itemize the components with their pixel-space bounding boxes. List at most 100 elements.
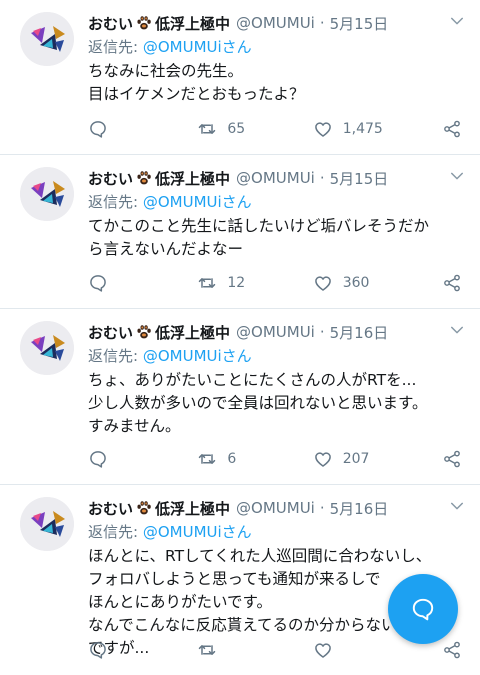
heart-icon xyxy=(314,452,331,467)
retweet-icon xyxy=(199,278,216,288)
paw-icon xyxy=(135,169,153,187)
reply-prefix: 返信先: xyxy=(88,193,139,211)
reply-prefix: 返信先: xyxy=(88,347,139,365)
retweet-icon xyxy=(199,454,216,464)
reply-to-link[interactable]: @OMUMUiさん xyxy=(143,38,252,56)
like-button[interactable]: 207 xyxy=(313,449,442,469)
share-button[interactable] xyxy=(442,640,462,660)
avatar[interactable] xyxy=(20,12,74,66)
reply-button[interactable] xyxy=(88,273,197,293)
heart-icon xyxy=(314,643,331,658)
paw-icon xyxy=(135,323,153,341)
share-icon xyxy=(444,120,460,138)
tweet-text-line: ほんとに、RTしてくれた人巡回間に合わないし、 xyxy=(88,547,432,565)
retweet-count: 12 xyxy=(227,275,246,291)
user-handle[interactable]: @OMUMUi xyxy=(236,14,315,32)
reply-prefix: 返信先: xyxy=(88,523,139,541)
display-name[interactable]: おむい xyxy=(88,13,133,34)
reply-to-link[interactable]: @OMUMUiさん xyxy=(143,193,252,211)
tweet-header: おむい 低浮上極中 @OMUMUi · 5月16日 xyxy=(88,321,466,343)
tweet-text-line: ら言えないんだよなー xyxy=(88,240,244,258)
chevron-down-icon[interactable] xyxy=(448,321,466,339)
display-name[interactable]: おむい xyxy=(88,498,133,519)
avatar-logo-icon xyxy=(20,167,74,221)
reply-context: 返信先: @OMUMUiさん xyxy=(88,345,466,367)
share-button[interactable] xyxy=(442,449,462,469)
tweet-date[interactable]: 5月15日 xyxy=(330,13,389,34)
like-count: 207 xyxy=(342,451,370,467)
tweet-date[interactable]: 5月16日 xyxy=(330,322,389,343)
share-icon xyxy=(444,641,460,659)
avatar-logo-icon xyxy=(20,497,74,551)
separator-dot: · xyxy=(319,323,325,341)
timeline: おむい 低浮上極中 @OMUMUi · 5月15日 返信先: @OMUMUiさん… xyxy=(0,0,480,675)
reply-context: 返信先: @OMUMUiさん xyxy=(88,521,466,543)
tweet[interactable]: おむい 低浮上極中 @OMUMUi · 5月16日 返信先: @OMUMUiさん… xyxy=(0,309,480,485)
user-handle[interactable]: @OMUMUi xyxy=(236,323,315,341)
share-button[interactable] xyxy=(442,119,462,139)
paw-icon xyxy=(135,499,153,517)
compose-reply-button[interactable] xyxy=(388,574,458,644)
share-button[interactable] xyxy=(442,273,462,293)
tweet-text-line: ちょ、ありがたいことにたくさんの人がRTを... xyxy=(88,371,417,389)
compose-reply-icon xyxy=(412,598,434,621)
display-name-suffix[interactable]: 低浮上極中 xyxy=(155,498,230,519)
user-handle[interactable]: @OMUMUi xyxy=(236,169,315,187)
user-handle[interactable]: @OMUMUi xyxy=(236,499,315,517)
reply-prefix: 返信先: xyxy=(88,38,139,56)
tweet[interactable]: おむい 低浮上極中 @OMUMUi · 5月15日 返信先: @OMUMUiさん… xyxy=(0,155,480,309)
display-name[interactable]: おむい xyxy=(88,168,133,189)
like-count: 360 xyxy=(342,275,370,291)
tweet-text-line: 目はイケメンだとおもったよ？ xyxy=(88,85,305,103)
avatar[interactable] xyxy=(20,321,74,375)
like-count: 1,475 xyxy=(342,121,383,137)
tweet-actions xyxy=(88,639,462,661)
tweet-text-line: すみません。 xyxy=(88,417,181,435)
retweet-icon xyxy=(199,645,216,655)
tweet-header: おむい 低浮上極中 @OMUMUi · 5月15日 xyxy=(88,167,466,189)
reply-icon xyxy=(90,642,106,659)
separator-dot: · xyxy=(319,499,325,517)
separator-dot: · xyxy=(319,169,325,187)
reply-icon xyxy=(90,275,106,292)
tweet-text-line: 少し人数が多いので全員は回れないと思います。 xyxy=(88,394,428,412)
reply-to-link[interactable]: @OMUMUiさん xyxy=(143,523,252,541)
paw-icon xyxy=(135,14,153,32)
tweet[interactable]: おむい 低浮上極中 @OMUMUi · 5月15日 返信先: @OMUMUiさん… xyxy=(0,0,480,155)
display-name-suffix[interactable]: 低浮上極中 xyxy=(155,322,230,343)
reply-button[interactable] xyxy=(88,119,197,139)
tweet-header: おむい 低浮上極中 @OMUMUi · 5月16日 xyxy=(88,497,466,519)
retweet-count: 6 xyxy=(227,451,237,467)
retweet-button[interactable] xyxy=(197,640,312,660)
tweet-text-line: てかこのこと先生に話したいけど垢バレそうだか xyxy=(88,217,430,235)
reply-button[interactable] xyxy=(88,449,197,469)
tweet-date[interactable]: 5月16日 xyxy=(330,498,389,519)
separator-dot: · xyxy=(319,14,325,32)
tweet-actions: 12 360 xyxy=(88,272,462,294)
reply-button[interactable] xyxy=(88,640,197,660)
tweet-actions: 65 1,475 xyxy=(88,118,462,140)
retweet-button[interactable]: 65 xyxy=(197,119,312,139)
tweet-date[interactable]: 5月15日 xyxy=(330,168,389,189)
retweet-button[interactable]: 12 xyxy=(197,273,312,293)
share-icon xyxy=(444,274,460,292)
like-button[interactable]: 1,475 xyxy=(313,119,442,139)
chevron-down-icon[interactable] xyxy=(448,497,466,515)
display-name-suffix[interactable]: 低浮上極中 xyxy=(155,13,230,34)
tweet-text-line: ちなみに社会の先生。 xyxy=(88,62,244,80)
tweet-text: ちょ、ありがたいことにたくさんの人がRTを... 少し人数が多いので全員は回れない… xyxy=(88,369,466,438)
avatar[interactable] xyxy=(20,497,74,551)
tweet-header: おむい 低浮上極中 @OMUMUi · 5月15日 xyxy=(88,12,466,34)
avatar[interactable] xyxy=(20,167,74,221)
display-name[interactable]: おむい xyxy=(88,322,133,343)
like-button[interactable]: 360 xyxy=(313,273,442,293)
display-name-suffix[interactable]: 低浮上極中 xyxy=(155,168,230,189)
share-icon xyxy=(444,450,460,468)
reply-context: 返信先: @OMUMUiさん xyxy=(88,191,466,213)
chevron-down-icon[interactable] xyxy=(448,12,466,30)
chevron-down-icon[interactable] xyxy=(448,167,466,185)
retweet-button[interactable]: 6 xyxy=(197,449,312,469)
heart-icon xyxy=(314,122,331,137)
reply-icon xyxy=(90,121,106,138)
reply-to-link[interactable]: @OMUMUiさん xyxy=(143,347,252,365)
